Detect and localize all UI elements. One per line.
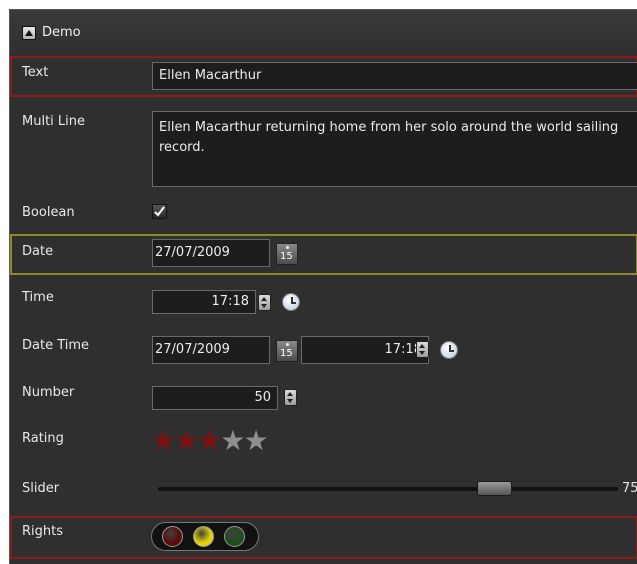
star-icon[interactable]: ★ [220, 427, 245, 455]
rating-stars[interactable]: ★★★★★ [151, 427, 269, 455]
datetime-time-field[interactable]: 17:18 [301, 336, 429, 364]
number-field[interactable]: 50 [152, 386, 278, 410]
number-spinner[interactable] [284, 389, 297, 406]
traffic-light-control[interactable] [151, 522, 259, 551]
label-slider: Slider [22, 481, 60, 496]
star-icon[interactable]: ★ [197, 427, 222, 455]
yellow-light-icon[interactable] [193, 526, 214, 547]
star-icon[interactable]: ★ [174, 427, 199, 455]
label-date-time: Date Time [22, 338, 90, 353]
text-field[interactable]: Ellen Macarthur [152, 62, 637, 90]
star-icon[interactable]: ★ [151, 427, 176, 455]
date-field[interactable]: 27/07/2009 [152, 239, 270, 267]
property-grid-panel: Demo Text Ellen Macarthur Multi Line Ell… [9, 9, 637, 564]
datetime-time-spinner[interactable] [416, 341, 429, 358]
label-time: Time [22, 290, 54, 305]
datetime-date-field[interactable]: 27/07/2009 [152, 336, 270, 364]
green-light-icon[interactable] [224, 526, 245, 547]
label-rights: Rights [22, 524, 64, 539]
time-field[interactable]: 17:18 [152, 290, 256, 314]
label-rating: Rating [22, 431, 64, 446]
label-boolean: Boolean [22, 205, 75, 220]
slider-track[interactable] [158, 487, 618, 491]
multi-line-textarea[interactable]: Ellen Macarthur returning home from her … [152, 111, 637, 187]
group-title: Demo [42, 25, 81, 40]
row-date [10, 234, 637, 275]
label-number: Number [22, 385, 75, 400]
slider-value: 75 [622, 481, 637, 496]
checkmark-icon [154, 206, 165, 217]
calendar-icon[interactable]: 15 [276, 243, 298, 265]
clock-icon[interactable] [282, 293, 300, 311]
slider-thumb[interactable] [477, 481, 512, 496]
label-date: Date [22, 244, 54, 259]
boolean-checkbox[interactable] [152, 204, 167, 219]
red-light-icon[interactable] [162, 526, 183, 547]
chevron-up-icon[interactable] [22, 26, 36, 40]
star-icon[interactable]: ★ [243, 427, 268, 455]
row-rights [10, 516, 637, 559]
group-header[interactable]: Demo [10, 10, 637, 54]
label-multi-line: Multi Line [22, 114, 86, 129]
clock-icon[interactable] [440, 341, 458, 359]
label-text: Text [22, 65, 49, 80]
calendar-icon[interactable]: 15 [276, 340, 298, 362]
time-spinner[interactable] [258, 294, 271, 311]
